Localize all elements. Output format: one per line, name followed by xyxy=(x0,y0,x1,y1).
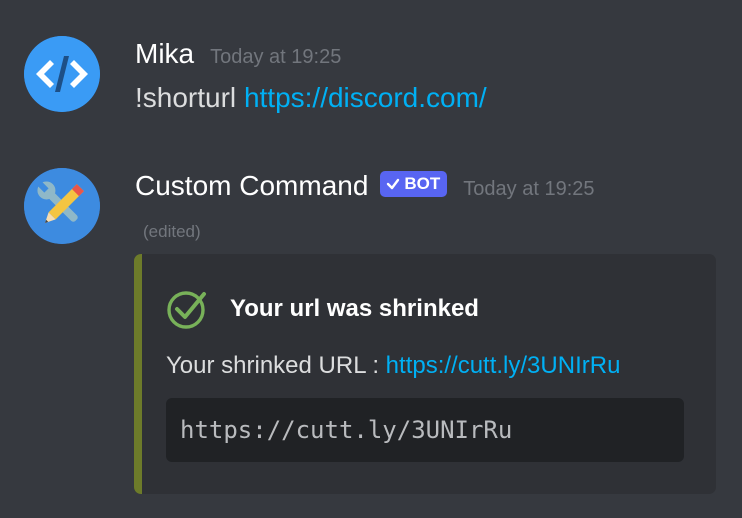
embed-title-row: Your url was shrinked xyxy=(166,288,479,330)
embed: Your url was shrinked Your shrinked URL … xyxy=(134,254,716,494)
user-avatar[interactable] xyxy=(24,36,100,112)
message-content: !shorturl https://discord.com/ xyxy=(135,82,487,114)
check-circle-icon xyxy=(167,291,206,329)
embed-short-link[interactable]: https://cutt.ly/3UNIrRu xyxy=(386,352,621,379)
embed-description-text: Your shrinked URL : xyxy=(166,352,386,379)
embed-title: Your url was shrinked xyxy=(230,295,479,322)
embed-description: Your shrinked URL : https://cutt.ly/3UNI… xyxy=(166,352,620,380)
bot-tag: BOT xyxy=(380,171,448,197)
bot-avatar[interactable] xyxy=(24,168,100,244)
bot-name[interactable]: Custom Command xyxy=(135,170,368,202)
tools-icon xyxy=(24,168,100,244)
message-timestamp: Today at 19:25 xyxy=(463,178,595,200)
command-text: !shorturl xyxy=(135,82,237,113)
code-brackets-icon xyxy=(24,36,100,112)
embed-accent-bar xyxy=(134,254,142,494)
message-timestamp: Today at 19:25 xyxy=(210,46,342,68)
author-name[interactable]: Mika xyxy=(135,38,194,70)
edited-label: (edited) xyxy=(143,222,201,241)
message-link[interactable]: https://discord.com/ xyxy=(244,82,487,113)
checkmark-icon xyxy=(387,178,400,190)
code-block[interactable]: https://cutt.ly/3UNIrRu xyxy=(166,398,684,462)
bot-tag-label: BOT xyxy=(404,174,441,193)
